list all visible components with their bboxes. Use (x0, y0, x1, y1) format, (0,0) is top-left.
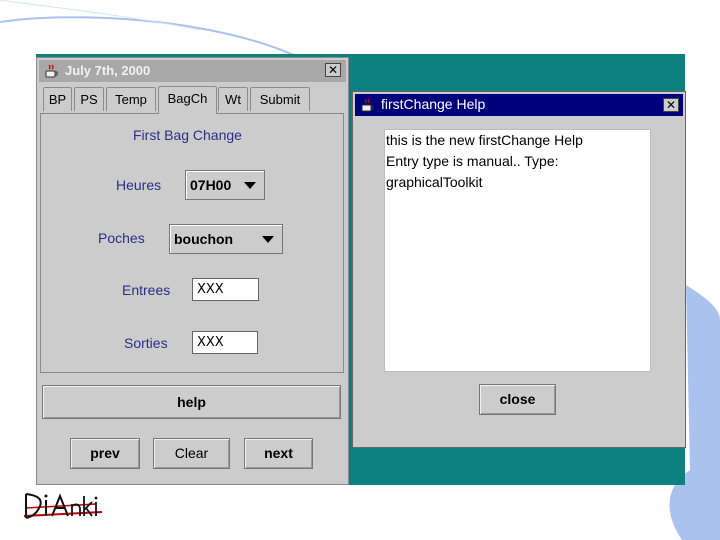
tab-ps[interactable]: PS (74, 87, 104, 111)
help-line: graphicalToolkit (386, 174, 483, 190)
help-button[interactable]: help (42, 385, 341, 419)
help-text: this is the new firstChange Help Entry t… (386, 130, 676, 193)
dropdown-arrow-icon (244, 182, 256, 189)
bag-change-titlebar[interactable]: July 7th, 2000 ✕ (39, 60, 346, 82)
tab-submit[interactable]: Submit (250, 87, 310, 111)
tab-bp[interactable]: BP (43, 87, 72, 111)
sorties-field[interactable]: XXX (192, 331, 258, 354)
java-coffee-icon (361, 98, 374, 112)
poches-select[interactable]: bouchon (169, 224, 283, 254)
close-button[interactable]: close (479, 384, 556, 415)
java-coffee-icon (45, 64, 58, 78)
dropdown-arrow-icon (262, 236, 274, 243)
clear-button[interactable]: Clear (153, 438, 230, 469)
heures-select[interactable]: 07H00 (185, 170, 265, 200)
poches-value: bouchon (174, 231, 234, 247)
entrees-label: Entrees (122, 282, 171, 298)
help-titlebar[interactable]: firstChange Help ✕ (355, 94, 683, 116)
next-button[interactable]: next (244, 438, 313, 469)
sorties-label: Sorties (124, 335, 168, 351)
help-line: this is the new firstChange Help (386, 132, 583, 148)
close-icon[interactable]: ✕ (663, 98, 679, 112)
panel-title: First Bag Change (133, 127, 242, 143)
close-icon[interactable]: ✕ (325, 63, 341, 77)
heures-label: Heures (116, 177, 162, 193)
heures-value: 07H00 (190, 177, 232, 193)
prev-button[interactable]: prev (70, 438, 140, 469)
dianki-logo (23, 493, 103, 519)
entrees-field[interactable]: XXX (192, 278, 259, 301)
tab-bagch[interactable]: BagCh (158, 86, 217, 114)
tab-temp[interactable]: Temp (106, 87, 156, 111)
poches-label: Poches (98, 230, 145, 246)
help-line: Entry type is manual.. Type: (386, 153, 559, 169)
tab-wt[interactable]: Wt (218, 87, 248, 111)
window-title: July 7th, 2000 (65, 63, 151, 78)
help-window-title: firstChange Help (381, 96, 486, 112)
